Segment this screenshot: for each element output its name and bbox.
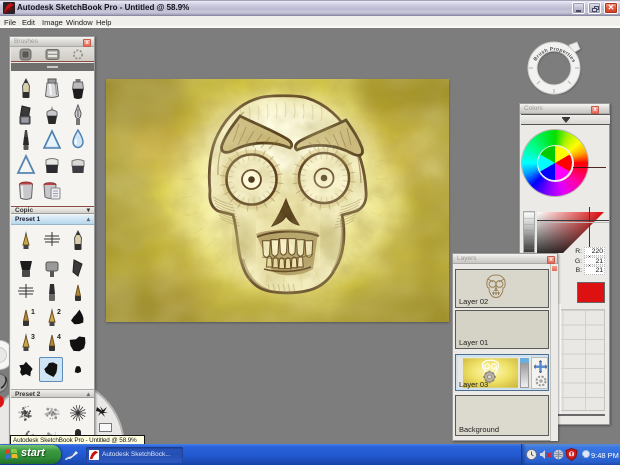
svg-text:3: 3: [31, 334, 35, 341]
svg-text:1: 1: [31, 309, 35, 316]
svg-text:2: 2: [57, 309, 61, 316]
svg-text:4: 4: [57, 334, 61, 341]
